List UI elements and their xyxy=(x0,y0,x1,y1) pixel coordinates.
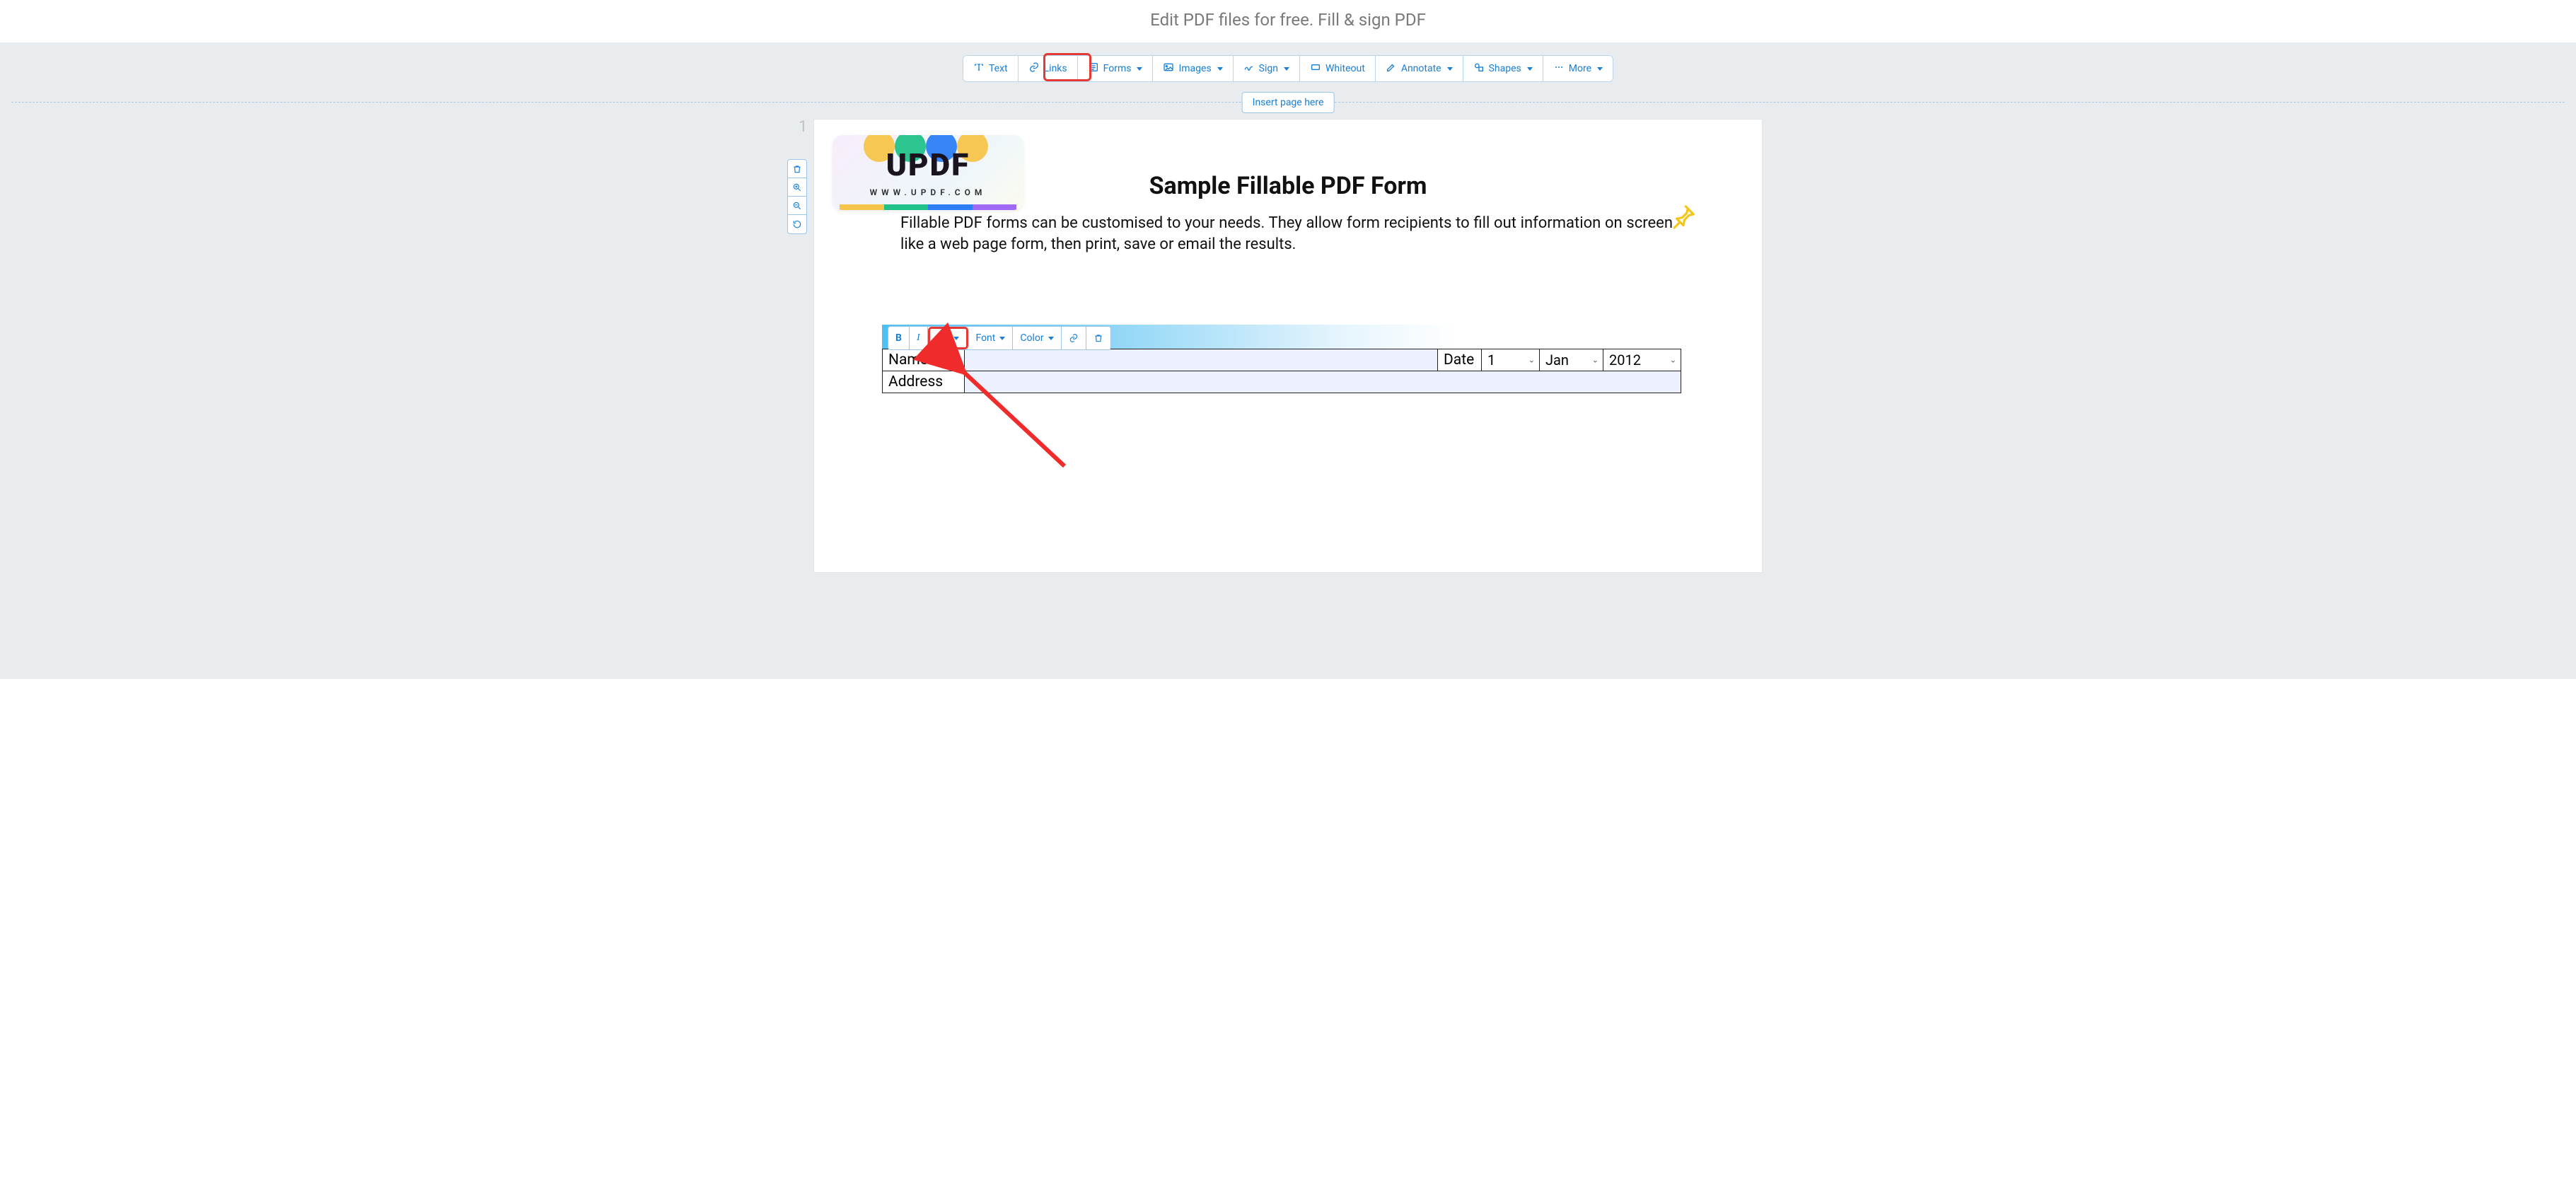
delete-page-button[interactable] xyxy=(788,160,806,178)
fmt-link-button[interactable] xyxy=(1062,327,1086,349)
rotate-button[interactable] xyxy=(788,215,806,233)
trash-icon xyxy=(792,164,802,174)
text-tool-label: Text xyxy=(989,63,1008,74)
logo-stripe xyxy=(840,204,1016,210)
main-toolbar: Text Links Forms xyxy=(963,55,1613,82)
page-area: 1 xyxy=(814,120,1762,572)
date-day-select[interactable]: 1 ⌄ xyxy=(1482,349,1540,371)
logo-text: UPDF xyxy=(886,146,970,183)
address-input-cell[interactable] xyxy=(965,371,1681,393)
chevron-down-icon xyxy=(999,337,1005,340)
rotate-icon xyxy=(792,219,802,229)
link-icon xyxy=(1069,333,1079,343)
main-toolbar-wrap: Text Links Forms xyxy=(0,55,2576,82)
links-tool-button[interactable]: Links xyxy=(1019,56,1078,81)
whiteout-tool-button[interactable]: Whiteout xyxy=(1300,56,1376,81)
address-label-cell: Address xyxy=(883,371,965,393)
more-tool-button[interactable]: More xyxy=(1543,56,1613,81)
chevron-down-icon xyxy=(1447,67,1453,71)
whiteout-icon xyxy=(1310,62,1321,76)
italic-button[interactable]: I xyxy=(910,327,928,349)
logo-url: WWW.UPDF.COM xyxy=(840,187,1016,197)
sign-tool-label: Sign xyxy=(1259,63,1278,74)
name-input-cell[interactable] xyxy=(965,349,1438,371)
zoom-in-button[interactable] xyxy=(788,178,806,197)
pin-icon xyxy=(1670,203,1697,233)
size-label: T xyxy=(937,332,943,344)
text-size-button[interactable]: T ↕ xyxy=(928,327,969,349)
forms-icon xyxy=(1088,62,1099,76)
chevron-down-icon xyxy=(1597,67,1603,71)
chevron-down-icon: ⌄ xyxy=(1592,356,1599,365)
workspace: Text Links Forms xyxy=(0,42,2576,679)
annotate-icon xyxy=(1386,62,1397,76)
zoom-in-icon xyxy=(792,182,802,192)
color-button[interactable]: Color xyxy=(1013,327,1061,349)
zoom-out-icon xyxy=(792,201,802,211)
chevron-down-icon xyxy=(953,337,959,340)
zoom-out-button[interactable] xyxy=(788,197,806,215)
name-label-cell: Name xyxy=(883,349,965,371)
font-label: Font xyxy=(975,332,995,344)
annotate-tool-label: Annotate xyxy=(1401,63,1441,74)
links-tool-label: Links xyxy=(1044,63,1067,74)
updown-icon: ↕ xyxy=(946,334,950,343)
date-month-select[interactable]: Jan ⌄ xyxy=(1540,349,1603,371)
document-paragraph: Fillable PDF forms can be customised to … xyxy=(900,213,1673,255)
forms-tool-button[interactable]: Forms xyxy=(1078,56,1154,81)
header-title: Edit PDF files for free. Fill & sign PDF xyxy=(1150,10,1426,30)
chevron-down-icon xyxy=(1048,337,1054,340)
color-label: Color xyxy=(1020,332,1043,344)
fmt-delete-button[interactable] xyxy=(1086,327,1110,349)
insert-page-label: Insert page here xyxy=(1253,97,1324,108)
forms-tool-label: Forms xyxy=(1103,63,1132,74)
chevron-down-icon: ⌄ xyxy=(1670,356,1676,365)
insert-page-divider: Insert page here xyxy=(11,102,2565,103)
more-tool-label: More xyxy=(1569,63,1591,74)
date-label-cell: Date xyxy=(1438,349,1482,371)
page-number: 1 xyxy=(799,118,807,136)
date-year-select[interactable]: 2012 ⌄ xyxy=(1603,349,1681,371)
shapes-icon xyxy=(1473,62,1485,76)
sign-icon xyxy=(1243,62,1255,76)
text-format-toolbar: B I T ↕ Font Color xyxy=(888,326,1111,350)
chevron-down-icon xyxy=(1217,67,1223,71)
date-day-value: 1 xyxy=(1487,352,1495,368)
text-icon xyxy=(973,62,985,76)
pdf-page[interactable]: UPDF WWW.UPDF.COM Sample Fillable PDF Fo… xyxy=(814,120,1762,572)
images-tool-label: Images xyxy=(1178,63,1211,74)
table-row: Address xyxy=(883,371,1681,393)
whiteout-tool-label: Whiteout xyxy=(1325,63,1365,74)
form-table: Name Date 1 ⌄ Jan ⌄ 2012 ⌄ xyxy=(882,349,1681,393)
chevron-down-icon xyxy=(1527,67,1533,71)
shapes-tool-label: Shapes xyxy=(1489,63,1521,74)
images-tool-button[interactable]: Images xyxy=(1153,56,1233,81)
page-side-tools xyxy=(787,159,807,234)
text-tool-button[interactable]: Text xyxy=(963,56,1019,81)
page-header: Edit PDF files for free. Fill & sign PDF xyxy=(0,0,2576,42)
image-icon xyxy=(1163,62,1174,76)
selected-text-block: B I T ↕ Font Color xyxy=(882,325,1681,393)
bold-label: B xyxy=(895,332,902,344)
link-icon xyxy=(1028,62,1040,76)
date-month-value: Jan xyxy=(1545,352,1569,368)
chevron-down-icon xyxy=(1137,67,1142,71)
more-icon xyxy=(1553,62,1565,76)
bold-button[interactable]: B xyxy=(888,327,910,349)
italic-label: I xyxy=(917,332,920,344)
insert-page-button[interactable]: Insert page here xyxy=(1242,92,1335,113)
font-button[interactable]: Font xyxy=(968,327,1013,349)
date-year-value: 2012 xyxy=(1609,352,1641,368)
chevron-down-icon xyxy=(1284,67,1289,71)
sign-tool-button[interactable]: Sign xyxy=(1234,56,1300,81)
shapes-tool-button[interactable]: Shapes xyxy=(1463,56,1543,81)
chevron-down-icon: ⌄ xyxy=(1528,356,1535,365)
table-row: Name Date 1 ⌄ Jan ⌄ 2012 ⌄ xyxy=(883,349,1681,371)
trash-icon xyxy=(1093,333,1103,343)
annotate-tool-button[interactable]: Annotate xyxy=(1376,56,1463,81)
